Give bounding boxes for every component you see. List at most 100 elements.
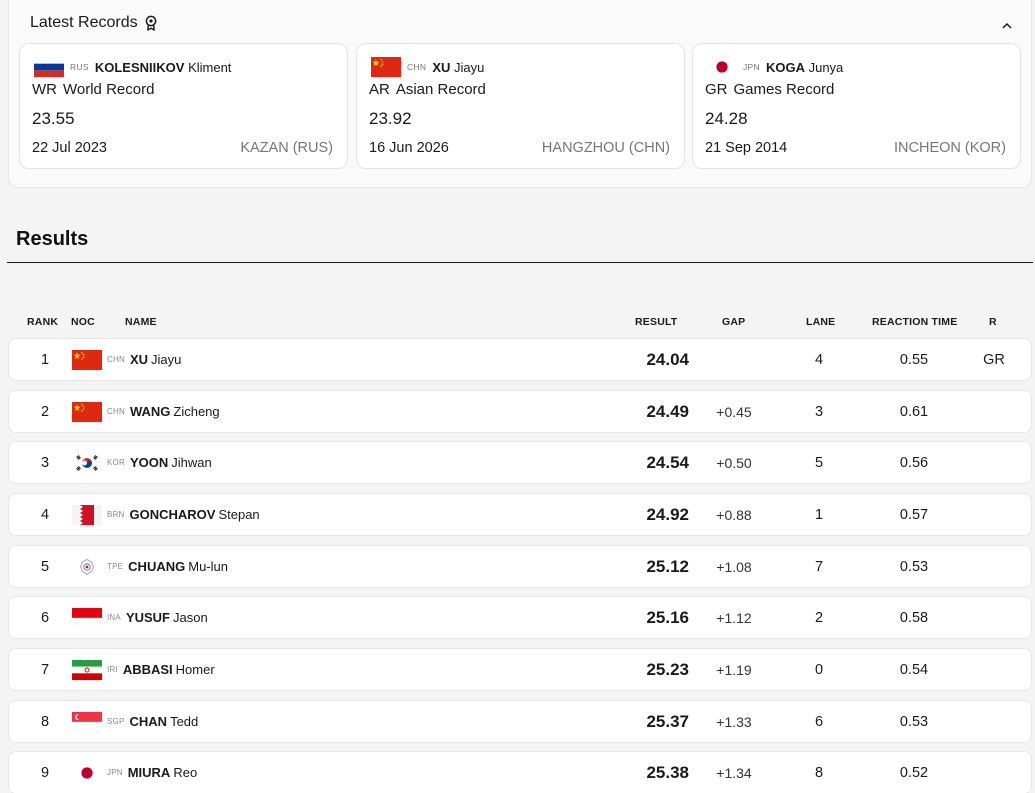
athlete-name[interactable]: BRN GONCHAROV Stepan bbox=[107, 494, 260, 535]
col-lane: LANE bbox=[806, 316, 836, 328]
record-noc: CHN bbox=[407, 62, 427, 72]
record-noc: JPN bbox=[743, 62, 760, 72]
lane: 4 bbox=[814, 351, 824, 368]
record-badge bbox=[964, 442, 1024, 483]
record-badge bbox=[964, 546, 1024, 587]
record-athlete-name[interactable]: XU Jiayu bbox=[432, 60, 484, 75]
record-type: AR Asian Record bbox=[369, 81, 486, 98]
athlete-name[interactable]: TPE CHUANG Mu-lun bbox=[107, 546, 228, 587]
record-athlete-name[interactable]: KOLESNIIKOV Kliment bbox=[95, 60, 232, 75]
reaction-time: 0.61 bbox=[899, 403, 929, 420]
record-value: 23.55 bbox=[32, 109, 75, 128]
result-time: 25.23 bbox=[646, 659, 689, 679]
collapse-records-button[interactable] bbox=[997, 16, 1017, 34]
china-flag-icon bbox=[71, 391, 103, 432]
singapore-flag-icon bbox=[71, 701, 103, 742]
reaction-time: 0.53 bbox=[899, 713, 929, 730]
results-title: Results bbox=[16, 228, 89, 250]
result-row[interactable]: 4 BRN GONCHAROV Stepan 24.92 +0.88 1 0.57 bbox=[8, 493, 1032, 536]
col-rank: RANK bbox=[27, 316, 59, 328]
lane: 6 bbox=[814, 713, 824, 730]
record-badge bbox=[964, 494, 1024, 535]
gap: +1.33 bbox=[716, 713, 752, 730]
record-badge bbox=[964, 752, 1024, 793]
gap: +1.34 bbox=[716, 764, 752, 781]
athlete-name[interactable]: IRI ABBASI Homer bbox=[107, 649, 215, 690]
result-time: 24.04 bbox=[646, 349, 689, 369]
athlete-name[interactable]: CHN XU Jiayu bbox=[107, 339, 181, 380]
result-row[interactable]: 5 TPE CHUANG Mu-lun 25.12 +1.08 7 0.53 bbox=[8, 545, 1032, 588]
gap: +1.12 bbox=[716, 609, 752, 626]
bahrain-flag-icon bbox=[71, 494, 103, 535]
china-flag-icon bbox=[71, 339, 103, 380]
gap: +0.50 bbox=[716, 454, 752, 471]
record-noc: RUS bbox=[70, 62, 89, 72]
latest-records-title: Latest Records bbox=[30, 14, 138, 31]
gap: +0.88 bbox=[716, 506, 752, 523]
reaction-time: 0.57 bbox=[899, 506, 929, 523]
reaction-time: 0.58 bbox=[899, 609, 929, 626]
lane: 1 bbox=[814, 506, 824, 523]
record-date: 22 Jul 2023 bbox=[32, 140, 107, 156]
record-badge bbox=[964, 597, 1024, 638]
lane: 7 bbox=[814, 558, 824, 575]
result-row[interactable]: 3 KOR YOON Jihwan 24.54 +0.50 5 0.56 bbox=[8, 441, 1032, 484]
medal-icon bbox=[145, 15, 157, 31]
gap: +0.45 bbox=[716, 403, 752, 420]
lane: 8 bbox=[814, 764, 824, 781]
lane: 0 bbox=[814, 661, 824, 678]
result-row[interactable]: 9 JPN MIURA Reo 25.38 +1.34 8 0.52 bbox=[8, 751, 1032, 793]
athlete-name[interactable]: SGP CHAN Tedd bbox=[107, 701, 198, 742]
record-card-world[interactable]: RUS KOLESNIIKOV Kliment WR World Record 2… bbox=[19, 43, 348, 169]
gap: +1.08 bbox=[716, 558, 752, 575]
record-place: KAZAN (RUS) bbox=[240, 140, 333, 156]
chinese-taipei-flag-icon bbox=[71, 546, 103, 587]
lane: 3 bbox=[814, 403, 824, 420]
athlete-name[interactable]: KOR YOON Jihwan bbox=[107, 442, 212, 483]
athlete-name[interactable]: CHN WANG Zicheng bbox=[107, 391, 220, 432]
record-card-games[interactable]: JPN KOGA Junya GR Games Record 24.28 21 S… bbox=[692, 43, 1021, 169]
result-row[interactable]: 7 IRI ABBASI Homer 25.23 +1.19 0 0.54 bbox=[8, 648, 1032, 691]
record-card-asian[interactable]: CHN XU Jiayu AR Asian Record 23.92 16 Jun… bbox=[356, 43, 685, 169]
record-athlete: RUS KOLESNIIKOV Kliment bbox=[34, 57, 231, 77]
reaction-time: 0.56 bbox=[899, 454, 929, 471]
result-row[interactable]: 2 CHN WANG Zicheng 24.49 +0.45 3 0.61 bbox=[8, 390, 1032, 433]
record-type: WR World Record bbox=[32, 81, 155, 98]
col-result: RESULT bbox=[635, 316, 678, 328]
china-flag-icon bbox=[371, 57, 401, 77]
russia-flag-icon bbox=[34, 57, 64, 77]
record-badge bbox=[964, 701, 1024, 742]
iran-flag-icon bbox=[71, 649, 103, 690]
record-place: INCHEON (KOR) bbox=[894, 140, 1006, 156]
result-time: 25.38 bbox=[646, 762, 689, 782]
record-badge bbox=[964, 649, 1024, 690]
record-athlete-name[interactable]: KOGA Junya bbox=[766, 60, 843, 75]
result-row[interactable]: 6 INA YUSUF Jason 25.16 +1.12 2 0.58 bbox=[8, 596, 1032, 639]
col-gap: GAP bbox=[722, 316, 746, 328]
gap: +1.19 bbox=[716, 661, 752, 678]
record-place: HANGZHOU (CHN) bbox=[541, 140, 670, 156]
lane: 5 bbox=[814, 454, 824, 471]
japan-flag-icon bbox=[71, 752, 103, 793]
result-time: 24.54 bbox=[646, 452, 689, 472]
record-type: GR Games Record bbox=[705, 81, 835, 98]
record-date: 21 Sep 2014 bbox=[705, 140, 788, 156]
record-value: 23.92 bbox=[369, 109, 412, 128]
result-time: 25.12 bbox=[646, 556, 689, 576]
athlete-name[interactable]: INA YUSUF Jason bbox=[107, 597, 208, 638]
reaction-time: 0.55 bbox=[899, 351, 929, 368]
athlete-name[interactable]: JPN MIURA Reo bbox=[107, 752, 197, 793]
reaction-time: 0.54 bbox=[899, 661, 929, 678]
result-time: 25.16 bbox=[646, 607, 689, 627]
result-row[interactable]: 8 SGP CHAN Tedd 25.37 +1.33 6 0.53 bbox=[8, 700, 1032, 743]
col-record: R bbox=[989, 316, 997, 328]
result-row[interactable]: 1 CHN XU Jiayu 24.04 4 0.55 GR bbox=[8, 338, 1032, 381]
col-name: NAME bbox=[125, 316, 157, 328]
result-time: 24.49 bbox=[646, 401, 689, 421]
chevron-up-icon bbox=[1002, 22, 1012, 29]
record-badge bbox=[964, 391, 1024, 432]
lane: 2 bbox=[814, 609, 824, 626]
latest-records-header[interactable]: Latest Records bbox=[30, 14, 157, 32]
record-badge: GR bbox=[983, 351, 1005, 368]
